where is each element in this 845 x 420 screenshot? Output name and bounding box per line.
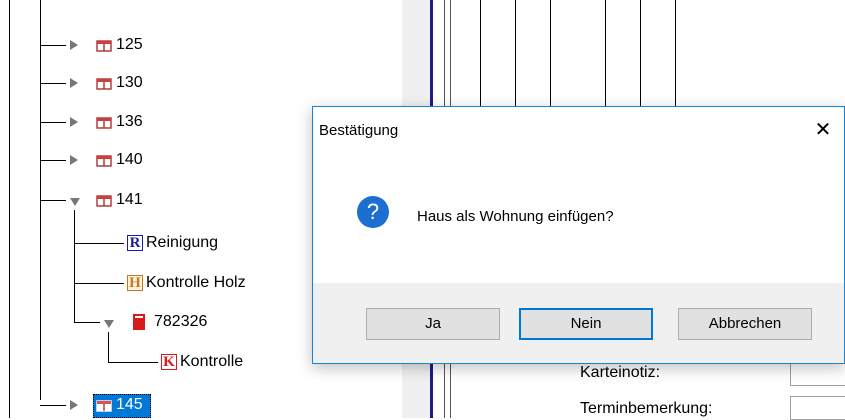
house-icon [96,195,112,207]
collapse-arrow-icon[interactable] [70,198,80,206]
h-letter-icon: H [127,275,143,291]
terminbemerkung-field[interactable] [790,396,845,420]
tree-node-label[interactable]: 145 [116,395,143,415]
expand-arrow-icon[interactable] [70,40,78,50]
tree-node-label[interactable]: Reinigung [146,233,218,253]
tree-node-label[interactable]: 136 [116,112,143,132]
dialog-message: Haus als Wohnung einfügen? [417,208,614,225]
house-icon [96,400,112,412]
dialog-button-bar: Ja Nein Abbrechen [313,283,844,363]
confirmation-dialog: Bestätigung ✕ ? Haus als Wohnung einfüge… [312,106,845,364]
tree-child-connector [108,332,109,362]
house-icon [96,78,112,90]
tree-node-label[interactable]: 140 [116,150,143,170]
close-icon[interactable]: ✕ [808,115,838,145]
house-icon [96,40,112,52]
tree-node-label[interactable]: 125 [116,35,143,55]
karteinotiz-field[interactable] [790,362,845,386]
r-letter-icon: R [127,235,143,251]
red-book-icon [133,314,145,330]
expand-arrow-icon[interactable] [70,117,78,127]
tree-child-connector [74,210,75,322]
expand-arrow-icon[interactable] [70,155,78,165]
tree-node-label[interactable]: 782326 [154,312,207,332]
question-icon: ? [357,196,389,228]
tree-node-label[interactable]: 130 [116,73,143,93]
yes-button[interactable]: Ja [366,308,500,340]
k-letter-icon: K [161,354,177,370]
tree-node-label[interactable]: 141 [116,190,143,210]
terminbemerkung-label: Terminbemerkung: [580,400,713,417]
expand-arrow-icon[interactable] [70,400,78,410]
tree-node-label[interactable]: Kontrolle [180,352,243,372]
tree-node-label[interactable]: Kontrolle Holz [146,273,246,293]
expand-arrow-icon[interactable] [70,78,78,88]
house-icon [96,117,112,129]
tree-trunk-line [9,0,10,418]
karteinotiz-label: Karteinotiz: [580,364,661,381]
house-icon [96,155,112,167]
dialog-title: Bestätigung [319,122,399,139]
no-button[interactable]: Nein [519,308,653,340]
cancel-button[interactable]: Abbrechen [678,308,812,340]
collapse-arrow-icon[interactable] [104,320,114,328]
